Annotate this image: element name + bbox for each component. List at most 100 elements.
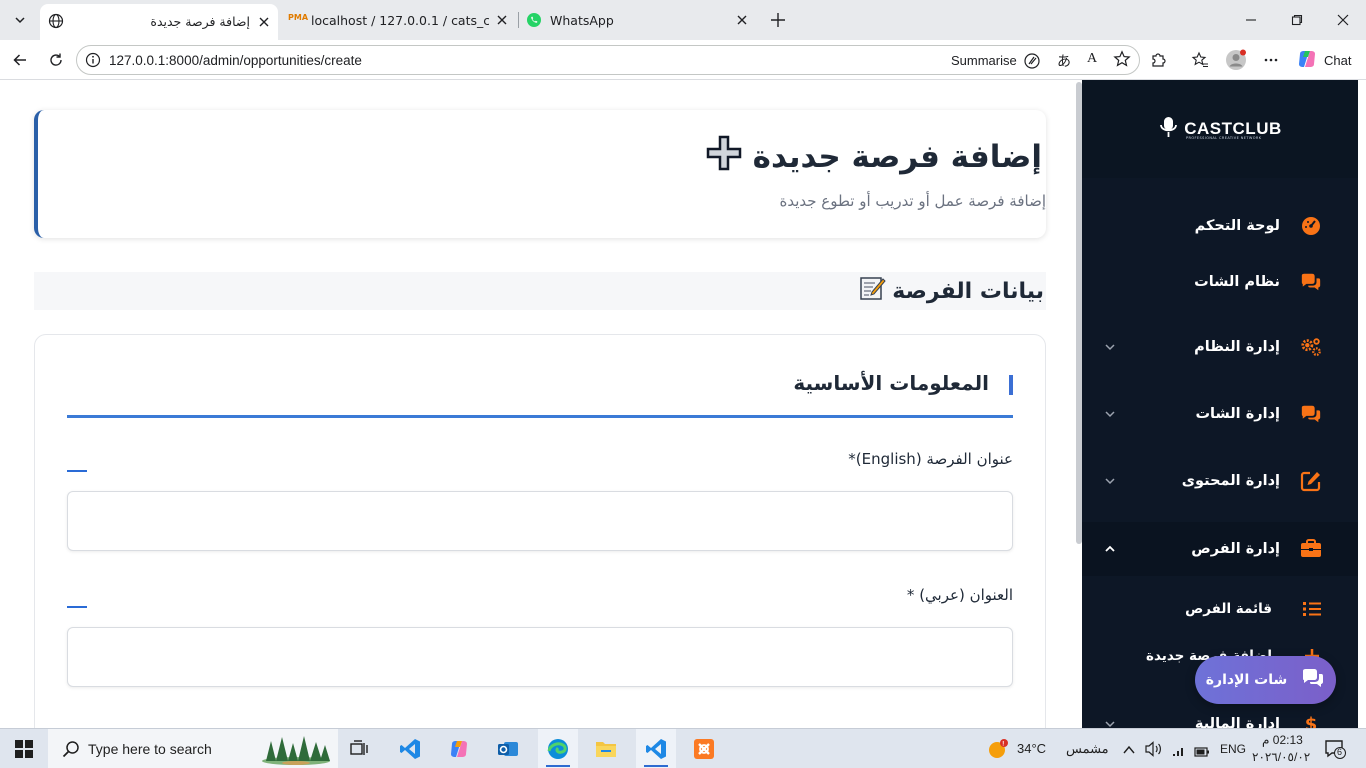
task-view-icon[interactable]	[342, 729, 378, 768]
admin-chat-label: شات الإدارة	[1205, 672, 1288, 688]
clock-time[interactable]: 02:13 م	[1262, 733, 1303, 747]
new-tab-plus-icon[interactable]	[766, 8, 790, 32]
title-arabic-input[interactable]	[67, 627, 1013, 687]
favorites-icon[interactable]	[1188, 48, 1212, 72]
sidebar-item-label: إدارة الشات	[1195, 406, 1280, 422]
translate-icon[interactable]: あ	[1057, 51, 1071, 71]
chevron-down-icon[interactable]	[1102, 406, 1118, 422]
tab-whatsapp[interactable]: WhatsApp	[520, 4, 756, 36]
main-content: إضافة فرصة جديدة إضافة فرصة عمل أو تدريب…	[4, 80, 1074, 728]
sidebar-item-chat-system[interactable]: نظام الشات	[1082, 256, 1358, 308]
extensions-icon[interactable]	[1146, 48, 1170, 72]
chevron-down-icon[interactable]	[1102, 716, 1118, 728]
tab-title: localhost / 127.0.0.1 / cats_club | p	[311, 13, 489, 28]
profile-avatar-icon[interactable]	[1224, 48, 1248, 72]
tab-title: إضافة فرصة جديدة	[150, 14, 250, 29]
form-card: المعلومات الأساسية عنوان الفرصة (English…	[34, 334, 1046, 728]
close-tab-icon[interactable]	[256, 14, 272, 30]
sidebar-item-label: نظام الشات	[1194, 274, 1280, 290]
page-title: إضافة فرصة جديدة	[705, 134, 1042, 180]
globe-icon	[48, 13, 64, 32]
chat-bubbles-icon	[1300, 403, 1322, 425]
sidebar-item-label: إدارة النظام	[1194, 339, 1280, 355]
sidebar-item-system-management[interactable]: إدارة النظام	[1082, 321, 1358, 373]
browser-toolbar: 127.0.0.1:8000/admin/opportunities/creat…	[0, 40, 1366, 80]
sidebar-subitem-opportunities-list[interactable]: قائمة الفرص	[1082, 589, 1358, 629]
section-header: بيانات الفرصة	[34, 272, 1046, 310]
battery-icon[interactable]	[1194, 743, 1210, 762]
title-arabic-label: العنوان (عربي) *	[906, 586, 1013, 604]
notification-center-icon[interactable]	[1324, 739, 1346, 763]
back-arrow-icon[interactable]	[8, 48, 32, 72]
microphone-icon	[1158, 115, 1180, 143]
address-bar[interactable]: 127.0.0.1:8000/admin/opportunities/creat…	[76, 45, 1140, 75]
edge-browser-icon[interactable]	[538, 729, 578, 768]
file-explorer-icon[interactable]	[588, 729, 624, 768]
section-title: بيانات الفرصة	[858, 274, 1044, 308]
sidebar-item-dashboard[interactable]: لوحة التحكم	[1082, 200, 1358, 252]
copilot-chat-button[interactable]: Chat	[1296, 48, 1351, 73]
tab-phpmyadmin[interactable]: PMA localhost / 127.0.0.1 / cats_club | …	[284, 4, 516, 36]
chevron-down-icon[interactable]	[1102, 473, 1118, 489]
page-viewport: إضافة فرصة جديدة إضافة فرصة عمل أو تدريب…	[0, 80, 1366, 728]
weather-condition[interactable]: مشمس	[1066, 741, 1109, 757]
copilot-app-icon[interactable]	[441, 729, 477, 768]
sidebar-item-label: إدارة المالية	[1194, 716, 1280, 728]
subheading-underline	[67, 415, 1013, 418]
windows-start-icon[interactable]	[0, 729, 48, 768]
input-language[interactable]: ENG	[1220, 742, 1246, 756]
browser-tab-strip: إضافة فرصة جديدة PMA localhost / 127.0.0…	[0, 0, 1366, 40]
network-wifi-icon[interactable]	[1170, 741, 1188, 761]
tab-title: WhatsApp	[550, 13, 614, 28]
chat-bubbles-icon	[1300, 271, 1322, 293]
chevron-up-icon[interactable]	[1102, 541, 1118, 557]
tab-actions-chevron-icon[interactable]	[6, 6, 34, 34]
restore-icon[interactable]	[1274, 0, 1320, 40]
title-english-input[interactable]	[67, 491, 1013, 551]
close-window-icon[interactable]	[1320, 0, 1366, 40]
weather-temperature[interactable]: 34°C	[1017, 741, 1046, 756]
sidebar-item-content-management[interactable]: إدارة المحتوى	[1082, 455, 1358, 507]
refresh-icon[interactable]	[44, 48, 68, 72]
close-tab-icon[interactable]	[494, 12, 510, 28]
admin-chat-button[interactable]: شات الإدارة	[1195, 656, 1336, 704]
vscode-active-icon[interactable]	[636, 729, 676, 768]
windows-taskbar: Type here to search ! 34°C مشمس ENG 02:1…	[0, 728, 1366, 768]
favorite-star-icon[interactable]	[1113, 50, 1131, 72]
plus-icon	[705, 134, 743, 180]
sidebar-item-label: إدارة الفرص	[1191, 541, 1280, 557]
basic-info-heading: المعلومات الأساسية	[793, 371, 989, 395]
sidebar-item-opportunities-management[interactable]: إدارة الفرص	[1082, 522, 1358, 576]
sidebar-item-chat-management[interactable]: إدارة الشات	[1082, 388, 1358, 440]
chevron-down-icon[interactable]	[1102, 339, 1118, 355]
page-header-card: إضافة فرصة جديدة إضافة فرصة عمل أو تدريب…	[34, 110, 1046, 238]
dollar-icon: $	[1304, 713, 1318, 729]
list-icon	[1302, 599, 1322, 619]
logo-area: CASTCLUB PROFESSIONAL CREATIVE NETWORK	[1082, 80, 1358, 178]
vscode-icon[interactable]	[392, 729, 428, 768]
taskbar-search-input[interactable]: Type here to search	[48, 729, 338, 768]
whatsapp-icon	[526, 12, 542, 31]
site-info-icon[interactable]	[85, 52, 101, 72]
weather-sun-icon[interactable]: !	[986, 737, 1010, 765]
subheading-accent-bar	[1009, 375, 1013, 395]
field-indicator	[67, 470, 87, 472]
more-menu-icon[interactable]	[1259, 48, 1283, 72]
show-hidden-icons-chevron[interactable]	[1122, 742, 1136, 761]
tab-divider	[518, 12, 519, 28]
summarise-button[interactable]: Summarise	[951, 53, 1017, 68]
close-tab-icon[interactable]	[734, 12, 750, 28]
volume-icon[interactable]	[1145, 741, 1163, 761]
outlook-icon[interactable]	[490, 729, 526, 768]
tab-add-opportunity[interactable]: إضافة فرصة جديدة	[40, 4, 278, 40]
sidebar-subitem-label: قائمة الفرص	[1185, 601, 1272, 617]
chat-label: Chat	[1324, 53, 1352, 68]
sidebar-item-label: لوحة التحكم	[1194, 218, 1280, 234]
xampp-icon[interactable]	[686, 729, 722, 768]
chat-float-icon	[1301, 668, 1325, 692]
clock-date[interactable]: ٢٠٢٦/٠٥/٠٢	[1252, 750, 1310, 764]
minimize-icon[interactable]	[1228, 0, 1274, 40]
page-subtitle: إضافة فرصة عمل أو تدريب أو تطوع جديدة	[779, 192, 1046, 210]
memo-icon	[858, 274, 886, 308]
read-aloud-icon[interactable]: A	[1087, 51, 1097, 67]
